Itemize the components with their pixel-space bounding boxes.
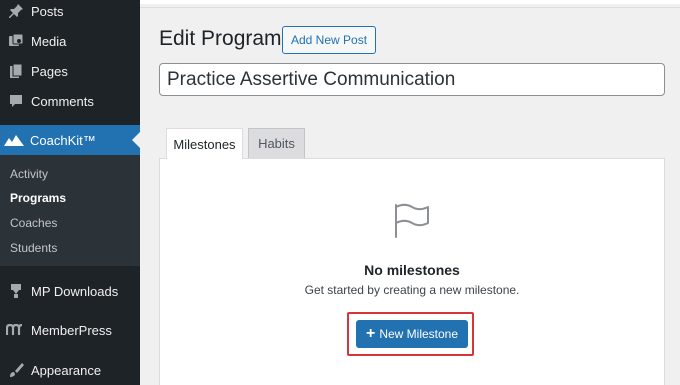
flag-icon: [392, 203, 432, 239]
brush-icon: [8, 362, 24, 378]
add-new-post-button[interactable]: Add New Post: [282, 26, 377, 54]
pages-icon: [8, 63, 24, 79]
sidebar-item-label: MP Downloads: [31, 283, 119, 299]
submenu-item-students[interactable]: Students: [10, 241, 57, 255]
post-title-input[interactable]: Practice Assertive Communication: [159, 63, 665, 96]
plus-icon: +: [365, 325, 376, 342]
sidebar-item-mp-downloads[interactable]: MP Downloads: [0, 276, 140, 306]
sidebar-item-label: MemberPress: [31, 322, 112, 338]
pin-icon: [8, 3, 24, 19]
new-milestone-label: New Milestone: [379, 327, 459, 341]
sidebar-item-label: CoachKit™: [30, 132, 96, 148]
sidebar-item-posts[interactable]: Posts: [0, 0, 140, 26]
page-title: Edit Program: [159, 27, 282, 50]
submenu-item-coaches[interactable]: Coaches: [10, 216, 57, 230]
memberpress-icon: [6, 322, 24, 338]
sidebar-item-comments[interactable]: Comments: [0, 86, 140, 116]
sidebar-item-memberpress[interactable]: MemberPress: [0, 315, 140, 345]
sidebar-item-media[interactable]: Media: [0, 26, 140, 56]
admin-sidebar: Posts Media Pages Comments CoachKit™ Act…: [0, 0, 140, 385]
empty-state-title: No milestones: [364, 262, 460, 278]
mountain-icon: [4, 132, 24, 148]
comment-icon: [8, 93, 24, 109]
new-milestone-button[interactable]: + New Milestone: [356, 320, 468, 348]
media-icon: [8, 33, 24, 49]
coachkit-submenu: Activity Programs Coaches Students: [0, 155, 140, 266]
sidebar-item-label: Pages: [31, 63, 68, 79]
sidebar-item-appearance[interactable]: Appearance: [0, 355, 140, 385]
sidebar-item-label: Appearance: [31, 362, 102, 378]
submenu-item-programs[interactable]: Programs: [10, 191, 66, 205]
sidebar-item-label: Comments: [31, 93, 94, 109]
tab-habits[interactable]: Habits: [248, 128, 305, 158]
sidebar-item-pages[interactable]: Pages: [0, 56, 140, 86]
download-icon: [8, 283, 24, 299]
tab-milestones[interactable]: Milestones: [166, 128, 243, 159]
empty-state-subtitle: Get started by creating a new milestone.: [304, 283, 520, 297]
submenu-item-activity[interactable]: Activity: [10, 167, 48, 181]
sidebar-item-label: Posts: [31, 3, 64, 19]
sidebar-item-label: Media: [31, 33, 67, 49]
sidebar-item-coachkit[interactable]: CoachKit™: [0, 125, 140, 155]
top-divider: [140, 0, 680, 8]
